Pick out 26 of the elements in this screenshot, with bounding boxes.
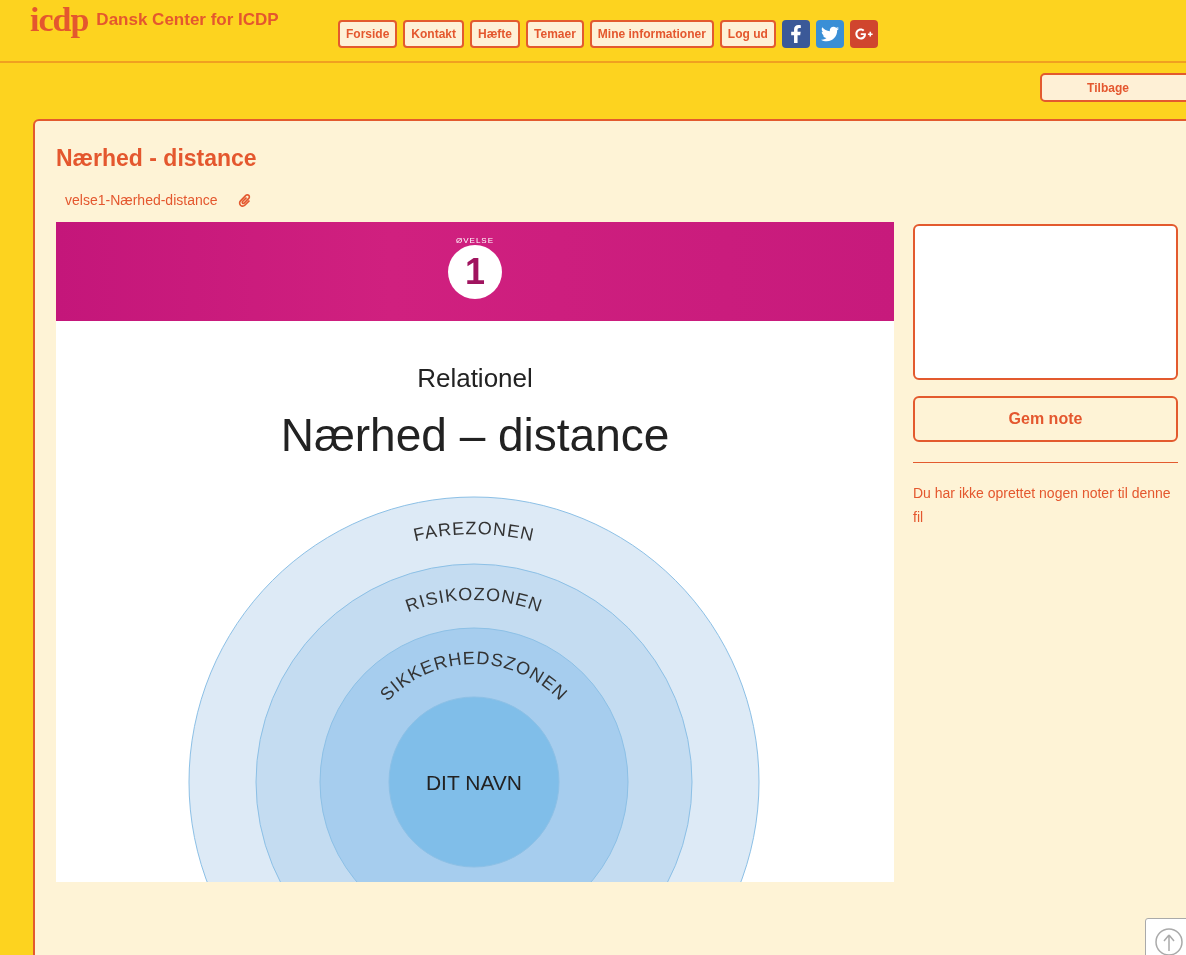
site-name[interactable]: Dansk Center for ICDP — [96, 10, 279, 31]
save-note-button[interactable]: Gem note — [913, 396, 1178, 442]
twitter-icon[interactable] — [815, 20, 844, 48]
center-label: DIT NAVN — [425, 771, 523, 794]
document-heading: Nærhed – distance — [279, 408, 671, 462]
document-kicker: Relationel — [416, 363, 534, 394]
google-plus-icon[interactable] — [849, 20, 878, 48]
badge-label: ØVELSE — [456, 236, 494, 245]
empty-notes-message: Du har ikke oprettet nogen noter til denne fil — [913, 484, 1172, 527]
nav-button[interactable]: Forside — [338, 20, 398, 48]
note-field[interactable] — [913, 224, 1178, 380]
exercise-number: 1 — [448, 245, 502, 299]
page-title: Nærhed - distance — [56, 145, 258, 172]
nav-button[interactable]: Hæfte — [470, 20, 521, 48]
nav-button[interactable]: Temaer — [526, 20, 584, 48]
nav-button[interactable]: Log ud — [719, 20, 776, 48]
nav-button[interactable]: Kontakt — [403, 20, 464, 48]
logo-wordmark[interactable]: icdp — [30, 0, 89, 41]
facebook-icon[interactable] — [781, 20, 810, 48]
paperclip-icon[interactable] — [237, 193, 251, 207]
back-button[interactable]: Tilbage — [1040, 73, 1186, 102]
zone-label: FAREZONEN — [411, 518, 537, 546]
zone-label: RISIKOZONEN — [402, 583, 546, 617]
nav-button[interactable]: Mine informationer — [589, 20, 714, 48]
scroll-top-button[interactable] — [1145, 918, 1186, 955]
file-name[interactable]: velse1-Nærhed-distance — [65, 192, 218, 208]
